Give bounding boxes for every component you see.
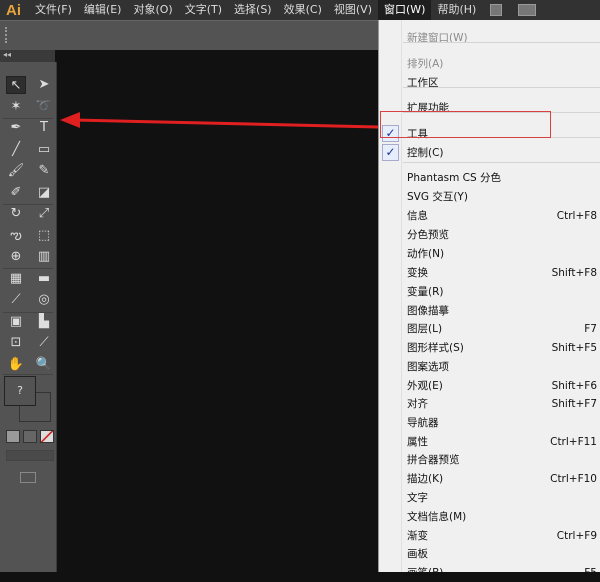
annotation-arrow [60, 112, 379, 129]
